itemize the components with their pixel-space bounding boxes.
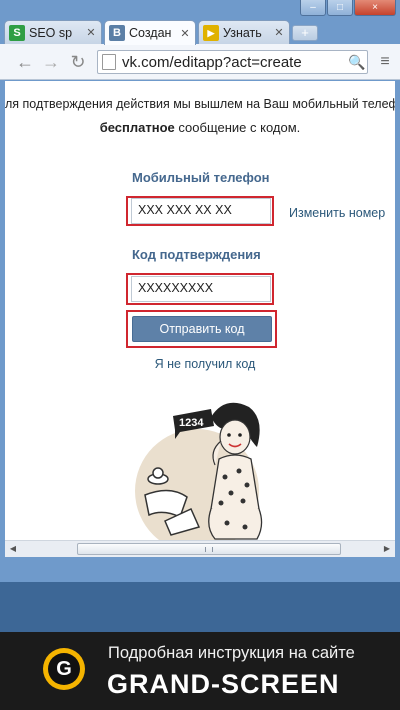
scrollbar-thumb[interactable]	[77, 543, 341, 555]
window-controls: – □ ×	[300, 0, 396, 18]
close-window-button[interactable]: ×	[354, 0, 396, 16]
change-number-link[interactable]: Изменить номер	[289, 206, 385, 220]
intro-text-line2: бесплатное сообщение с кодом.	[5, 120, 395, 135]
seo-favicon-icon: S	[9, 24, 25, 41]
not-received-code-link[interactable]: Я не получил код	[5, 357, 395, 371]
play-favicon-icon: ▶	[203, 24, 219, 41]
close-tab-icon[interactable]: ✕	[273, 26, 285, 39]
tab-title: Узнать	[223, 25, 262, 40]
forward-arrow-icon[interactable]: →	[40, 51, 62, 73]
grand-screen-logo-icon: G	[43, 648, 85, 690]
tab-strip: S SEO sp ✕ В Создан ✕ ▶ Узнать ✕ +	[0, 18, 400, 45]
close-tab-icon[interactable]: ✕	[179, 27, 191, 40]
code-label: Код подтверждения	[132, 247, 261, 262]
free-word: бесплатное	[99, 120, 175, 135]
new-tab-button[interactable]: +	[292, 25, 318, 41]
zoom-icon[interactable]: 🔍	[347, 54, 367, 71]
scroll-right-icon[interactable]: ▶	[381, 543, 393, 555]
banner-caption: Подробная инструкция на сайте	[108, 644, 355, 662]
page-viewport: ля подтверждения действия мы вышлем на В…	[5, 81, 395, 540]
bubble-number: 1234	[179, 417, 204, 429]
tab-seo[interactable]: S SEO sp ✕	[4, 20, 102, 44]
tab-uznat[interactable]: ▶ Узнать ✕	[198, 20, 290, 44]
phone-input[interactable]: XXX XXX XX XX	[131, 198, 271, 224]
horizontal-scrollbar[interactable]: ◀ ▶	[5, 540, 395, 557]
phone-girl-illustration: 1234	[125, 399, 275, 540]
page-icon	[102, 54, 116, 70]
phone-label: Мобильный телефон	[132, 170, 270, 185]
close-tab-icon[interactable]: ✕	[85, 26, 97, 39]
back-arrow-icon[interactable]: ←	[14, 51, 36, 73]
vk-favicon-icon: В	[109, 25, 125, 41]
tab-vk-create[interactable]: В Создан ✕	[104, 20, 196, 45]
maximize-button[interactable]: □	[327, 0, 353, 16]
intro-text: ля подтверждения действия мы вышлем на В…	[5, 97, 395, 111]
send-code-button[interactable]: Отправить код	[132, 316, 272, 342]
code-input[interactable]: XXXXXXXXX	[131, 276, 271, 302]
banner-brand: GRAND-SCREEN	[107, 669, 340, 699]
illustration-svg: 1234	[135, 402, 263, 540]
address-url[interactable]: vk.com/editapp?act=create	[122, 54, 347, 71]
menu-icon[interactable]: ≡	[376, 53, 394, 71]
address-bar[interactable]: vk.com/editapp?act=create 🔍	[97, 50, 368, 74]
scroll-grip-icon	[205, 547, 213, 552]
reload-icon[interactable]: ↻	[67, 51, 89, 73]
browser-toolbar: ← → ↻ vk.com/editapp?act=create 🔍 ≡	[0, 44, 400, 80]
tab-title: Создан	[129, 26, 172, 40]
browser-window: – □ × S SEO sp ✕ В Создан ✕ ▶ Узнать ✕ +…	[0, 0, 400, 582]
scroll-left-icon[interactable]: ◀	[7, 543, 19, 555]
intro-text-rest: сообщение с кодом.	[174, 120, 301, 135]
minimize-button[interactable]: –	[300, 0, 326, 16]
tab-title: SEO sp	[29, 25, 73, 40]
logo-letter: G	[48, 653, 80, 685]
promo-banner: G Подробная инструкция на сайте GRAND-SC…	[0, 632, 400, 710]
